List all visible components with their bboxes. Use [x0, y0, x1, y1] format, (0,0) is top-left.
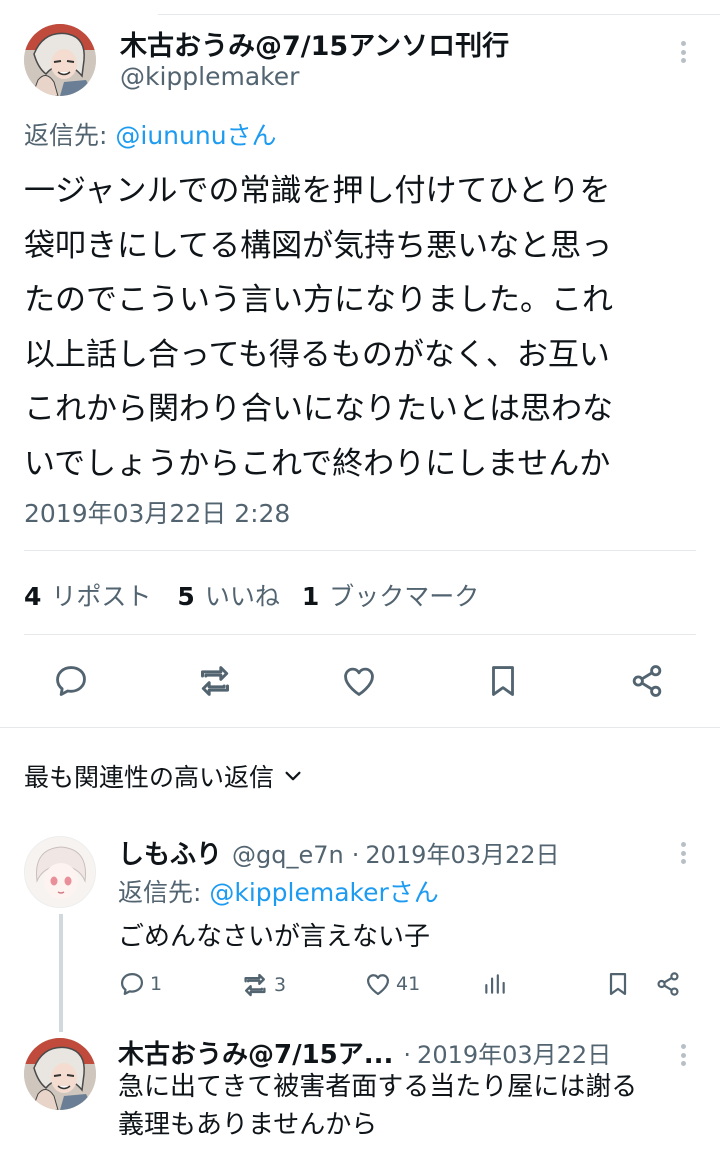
tweet-stats: 4 リポスト 5 いいね 1 ブックマーク	[24, 577, 479, 613]
chevron-down-icon	[285, 771, 301, 781]
avatar-illustration-icon	[24, 24, 96, 96]
reply-text-line: 急に出てきて被害者面する当たり屋には謝る	[118, 1072, 638, 1102]
reply-to-link[interactable]: @iununuさん	[115, 121, 276, 150]
reply-context: 返信先: @iununuさん	[24, 116, 277, 152]
reply-author-avatar[interactable]	[24, 1038, 96, 1110]
reply-icon	[56, 666, 86, 696]
reply-text: ごめんなさいが言えない子	[118, 922, 431, 952]
reply-analytics-button[interactable]	[482, 970, 508, 998]
bookmark-icon	[609, 972, 627, 996]
more-options-icon[interactable]	[671, 37, 695, 67]
tweet-body-line: これから関わり合いになりたいとは思わな	[24, 391, 613, 427]
retweet-icon	[201, 666, 229, 696]
like-button[interactable]	[338, 660, 380, 702]
avatar-illustration-icon	[25, 837, 95, 907]
divider	[24, 550, 696, 551]
reply-to-link[interactable]: @kipplemakerさん	[209, 878, 438, 907]
retweet-count: 3	[274, 974, 287, 996]
reply-header: 木古おうみ@7/15ア... · 2019年03月22日	[118, 1034, 611, 1071]
tweet-timestamp[interactable]: 2019年03月22日 2:28	[24, 494, 290, 530]
author-handle[interactable]: @kipplemaker	[120, 62, 299, 91]
reply-text-line: 義理もありませんから	[118, 1110, 378, 1140]
reply-more-options-icon[interactable]	[671, 838, 695, 868]
tweet-body-line: 一ジャンルでの常識を押し付けてひとりを	[24, 173, 611, 209]
share-icon	[657, 972, 679, 996]
reply-context: 返信先: @kipplemakerさん	[118, 873, 439, 909]
tweet-body: 一ジャンルでの常識を押し付けてひとりを 袋叩きにしてる構図が気持ち悪いなと思っ …	[24, 164, 704, 491]
tweet-body-line: たのでこういう言い方になりました。これ	[24, 282, 613, 318]
tweet-body-line: 以上話し合っても得るものがなく、お互い	[24, 336, 610, 373]
tweet-body-line: いでしょうからこれで終わりにしませんか	[24, 445, 611, 482]
reply-share-button[interactable]	[654, 970, 682, 998]
avatar-illustration-icon	[24, 1038, 96, 1110]
reply-prefix: 返信先:	[118, 878, 210, 907]
share-icon	[632, 665, 662, 697]
divider	[0, 727, 720, 728]
reply-button[interactable]	[50, 660, 92, 702]
reply-date[interactable]: 2019年03月22日	[365, 835, 559, 870]
retweet-icon	[244, 973, 266, 997]
reply-separator: ·	[351, 841, 360, 869]
reply-author-name[interactable]: 木古おうみ@7/15ア...	[118, 1034, 393, 1071]
reply-date[interactable]: 2019年03月22日	[417, 1035, 611, 1070]
reply-separator: ·	[403, 1041, 412, 1069]
bookmarks-label[interactable]: ブックマーク	[329, 577, 479, 613]
like-count: 41	[396, 973, 421, 995]
share-button[interactable]	[626, 660, 668, 702]
reply-bookmark-button[interactable]	[604, 970, 632, 998]
bookmarks-count[interactable]: 1	[302, 582, 319, 611]
like-icon	[366, 974, 390, 996]
bookmark-button[interactable]	[482, 660, 524, 702]
replies-sort-label: 最も関連性の高い返信	[24, 763, 275, 792]
reply-header: しもふり @gq_e7n · 2019年03月22日	[118, 834, 560, 871]
retweet-button[interactable]	[194, 660, 236, 702]
reply-text: 急に出てきて被害者面する当たり屋には謝る 義理もありませんから	[118, 1068, 637, 1144]
author-avatar[interactable]	[24, 24, 96, 96]
likes-label[interactable]: いいね	[205, 577, 280, 613]
reply-prefix: 返信先:	[24, 121, 116, 150]
tweet-body-line: 袋叩きにしてる構図が気持ち悪いなと思っ	[24, 227, 613, 264]
author-name[interactable]: 木古おうみ@7/15アンソロ刊行	[120, 24, 509, 63]
top-divider	[158, 14, 720, 15]
reply-author-name[interactable]: しもふり	[118, 834, 222, 871]
like-icon	[344, 667, 374, 696]
reply-more-options-icon[interactable]	[671, 1040, 695, 1070]
reply-author-handle[interactable]: @gq_e7n	[232, 841, 344, 869]
reposts-label[interactable]: リポスト	[51, 577, 151, 613]
analytics-icon	[485, 974, 505, 994]
reply-author-avatar[interactable]	[24, 836, 96, 908]
replies-sort-dropdown[interactable]: 最も関連性の高い返信	[24, 758, 304, 794]
likes-count[interactable]: 5	[177, 582, 194, 611]
thread-line	[59, 914, 63, 1032]
reply-count: 1	[150, 973, 163, 995]
reposts-count[interactable]: 4	[24, 582, 41, 611]
bookmark-icon	[492, 666, 514, 696]
reply-retweet-button[interactable]: 3	[240, 970, 286, 1000]
reply-reply-button[interactable]: 1	[118, 970, 162, 998]
reply-icon	[120, 972, 144, 996]
divider	[24, 634, 696, 635]
reply-like-button[interactable]: 41	[364, 970, 420, 998]
